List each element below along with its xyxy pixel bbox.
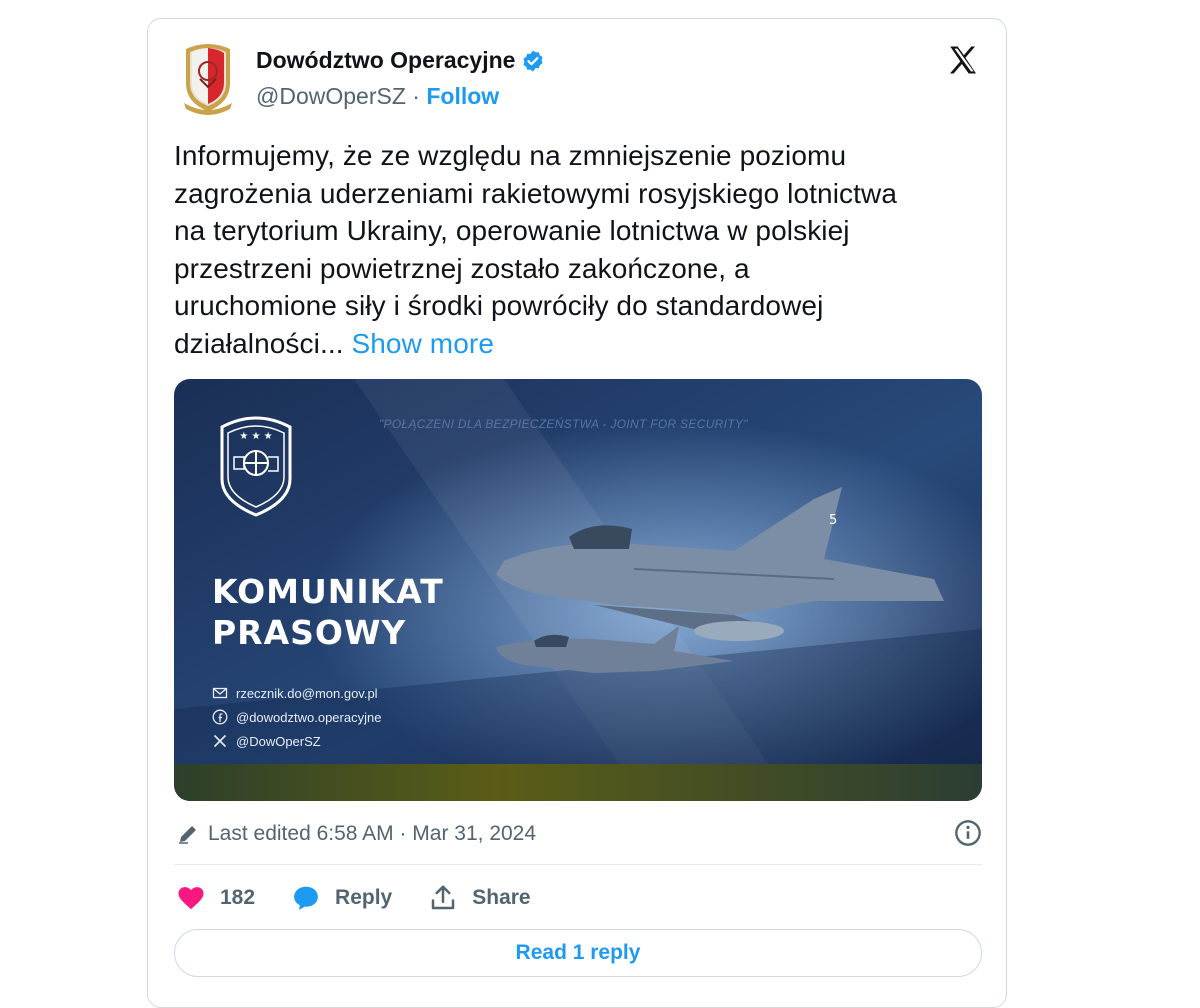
jet-tail-number: 5 — [829, 513, 837, 528]
read-replies-button[interactable]: Read 1 reply — [174, 929, 982, 977]
contact-facebook: @dowodztwo.operacyjne — [212, 705, 381, 729]
tweet-line: na terytorium Ukrainy, operowanie lotnic… — [174, 215, 850, 246]
pencil-icon — [179, 826, 196, 844]
author-name[interactable]: Dowództwo Operacyjne — [256, 47, 545, 74]
edited-timestamp-row: Last edited 6:58 AM · Mar 31, 2024 — [176, 819, 982, 849]
svg-text:★ ★ ★: ★ ★ ★ — [239, 431, 272, 442]
tweet-line: uruchomione siły i środki powróciły do s… — [174, 290, 824, 321]
banner-title: KOMUNIKAT PRASOWY — [212, 571, 444, 653]
author-handle[interactable]: @DowOperSZ — [256, 83, 406, 109]
tweet-line: Informujemy, że ze względu na zmniejszen… — [174, 140, 847, 171]
heart-icon — [178, 887, 204, 910]
like-button[interactable]: 182 — [176, 883, 255, 913]
divider — [174, 864, 982, 865]
show-more-link[interactable]: Show more — [351, 328, 494, 359]
contact-facebook-text: @dowodztwo.operacyjne — [236, 709, 382, 725]
contact-email: rzecznik.do@mon.gov.pl — [212, 681, 381, 705]
like-count: 182 — [220, 886, 256, 909]
handle-separator: · — [412, 83, 420, 109]
tweet-text: Informujemy, że ze względu na zmniejszen… — [174, 137, 974, 362]
edited-timestamp[interactable]: Last edited 6:58 AM · Mar 31, 2024 — [208, 822, 536, 846]
reply-bubble-icon — [294, 886, 318, 910]
avatar[interactable] — [178, 41, 238, 115]
x-small-icon — [213, 734, 227, 748]
banner-motto: "POŁĄCZENI DLA BEZPIECZEŃSTWA - JOINT FO… — [379, 417, 748, 431]
tweet-line-end: działalności... — [174, 327, 344, 359]
follow-button[interactable]: Follow — [426, 83, 499, 109]
handle-row: @DowOperSZ · Follow — [256, 83, 499, 110]
share-label: Share — [472, 886, 531, 909]
action-bar: 182 Reply Share — [176, 881, 567, 915]
author-name-text[interactable]: Dowództwo Operacyjne — [256, 47, 515, 74]
facebook-icon — [212, 709, 228, 725]
banner-contacts: rzecznik.do@mon.gov.pl @dowodztwo.operac… — [212, 681, 381, 753]
tweet-card: Dowództwo Operacyjne @DowOperSZ · Follow… — [147, 18, 1007, 1008]
contact-x-text: @DowOperSZ — [236, 733, 321, 749]
contact-email-text: rzecznik.do@mon.gov.pl — [236, 685, 378, 701]
banner-title-line1: KOMUNIKAT — [212, 572, 444, 611]
share-button[interactable]: Share — [428, 883, 531, 913]
banner-title-line2: PRASOWY — [212, 613, 407, 652]
tweet-line: zagrożenia uderzeniami rakietowymi rosyj… — [174, 177, 898, 209]
tweet-line-last: działalności... Show more — [174, 325, 974, 363]
info-icon[interactable] — [954, 819, 982, 847]
mail-icon — [212, 687, 228, 699]
reply-button[interactable]: Reply — [291, 883, 392, 913]
share-icon — [431, 885, 455, 910]
reply-label: Reply — [335, 886, 393, 909]
contact-x: @DowOperSZ — [212, 729, 381, 753]
verified-badge-icon — [523, 50, 543, 71]
media-image[interactable]: ★ ★ ★ 5 "POŁĄCZENI DLA BEZPIECZEŃSTWA - … — [174, 379, 982, 801]
tweet-line: przestrzeni powietrznej zostało zakończo… — [174, 252, 750, 284]
x-logo-icon[interactable] — [946, 43, 980, 77]
